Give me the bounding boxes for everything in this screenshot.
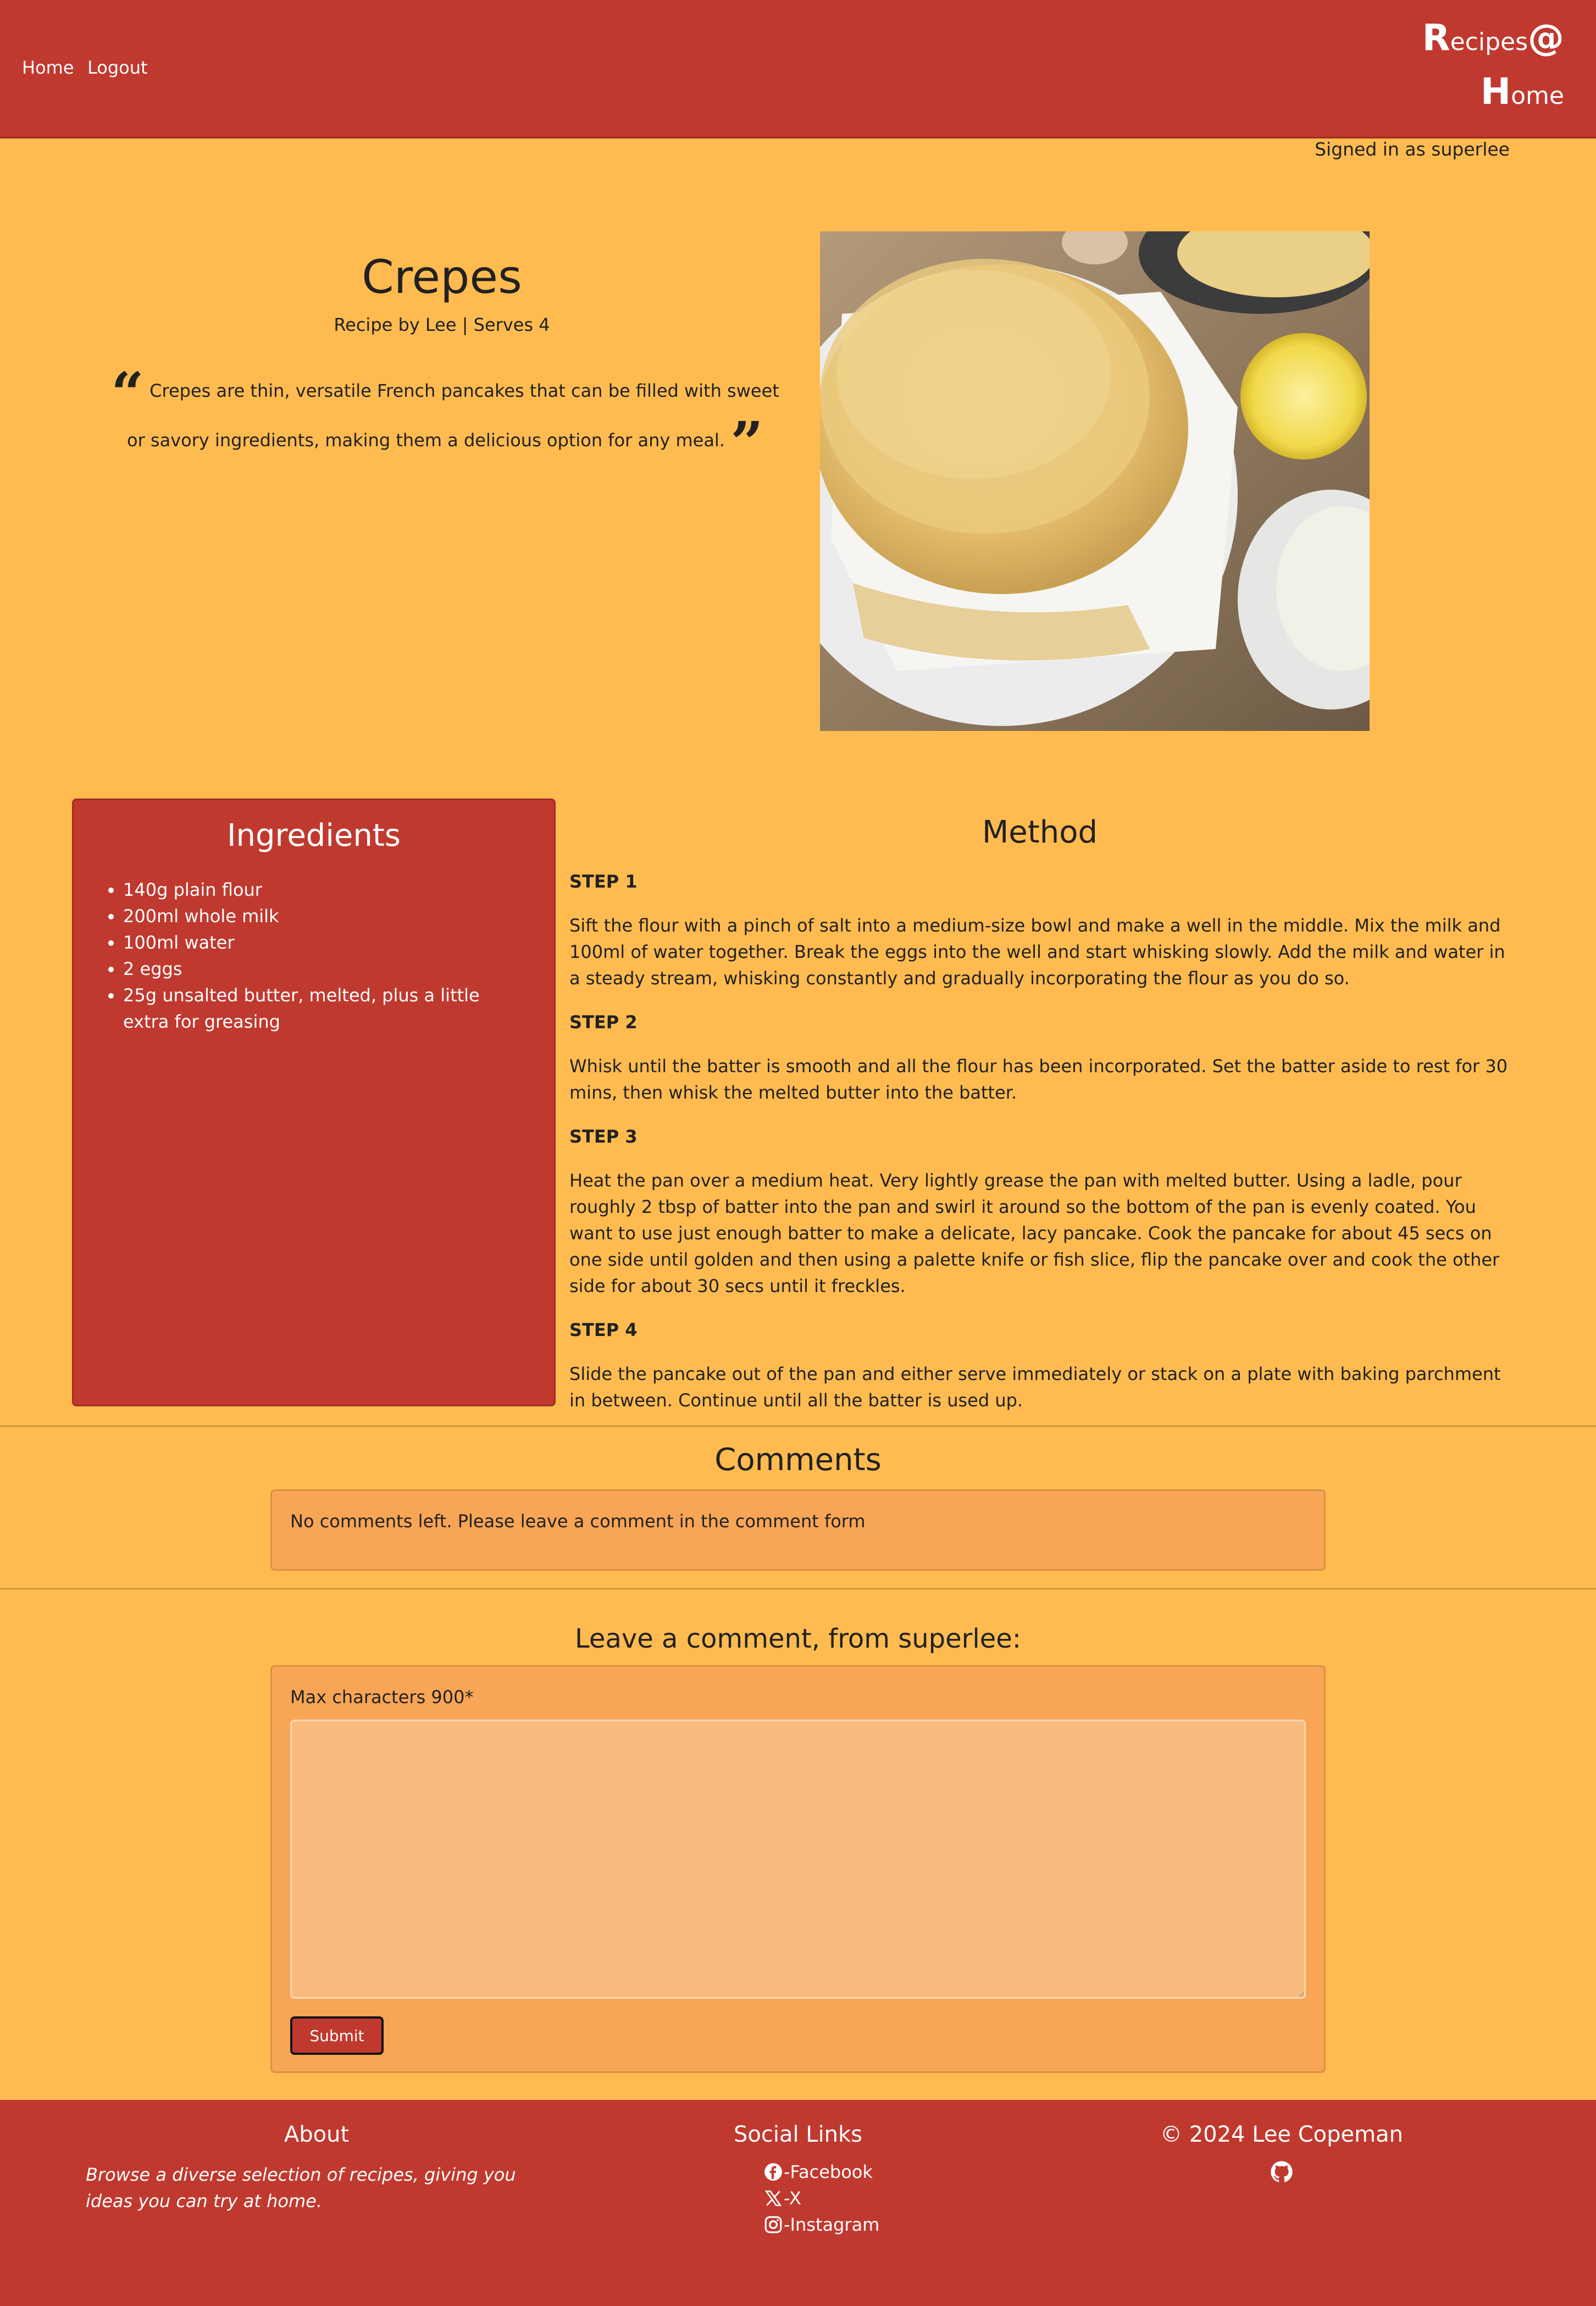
- instagram-link[interactable]: -Instagram: [764, 2214, 879, 2235]
- facebook-link[interactable]: -Facebook: [764, 2161, 873, 2182]
- brand-logo-home[interactable]: Home: [1481, 70, 1564, 113]
- quote-open-icon: “: [111, 359, 144, 427]
- github-link[interactable]: [1270, 2160, 1293, 2186]
- quote-close-icon: ”: [730, 409, 763, 476]
- comment-textarea[interactable]: [290, 1720, 1306, 1999]
- step-heading: STEP 1: [569, 871, 638, 892]
- comments-title: Comments: [714, 1442, 882, 1478]
- x-icon: [764, 2190, 782, 2207]
- nav-logout-link[interactable]: Logout: [87, 57, 148, 78]
- nav-home-link[interactable]: Home: [22, 57, 74, 78]
- ingredients-list: 140g plain flour 200ml whole milk 100ml …: [74, 877, 554, 1035]
- footer-copyright: © 2024 Lee Copeman: [1160, 2122, 1403, 2147]
- brand-ecipes: ecipes: [1450, 28, 1528, 56]
- brand-ome: ome: [1511, 82, 1564, 110]
- footer-social-title: Social Links: [733, 2122, 863, 2147]
- x-label: -X: [784, 2188, 801, 2209]
- step-heading: STEP 3: [569, 1126, 638, 1147]
- ingredient-item: 140g plain flour: [123, 877, 554, 903]
- step-heading: STEP 4: [569, 1320, 638, 1340]
- method-title: Method: [982, 814, 1098, 850]
- step-text: Sift the flour with a pinch of salt into…: [569, 915, 1505, 989]
- recipe-title: Crepes: [362, 250, 522, 304]
- brand-logo[interactable]: Recipes@: [1422, 16, 1564, 59]
- comment-field-label: Max characters 900*: [290, 1687, 474, 1708]
- facebook-icon: [764, 2163, 782, 2181]
- comment-form: Max characters 900* Submit: [270, 1665, 1326, 2073]
- github-icon: [1271, 2161, 1293, 2182]
- instagram-icon: [764, 2216, 782, 2233]
- step-text: Whisk until the batter is smooth and all…: [569, 1056, 1508, 1103]
- signed-in-status: Signed in as superlee: [1315, 138, 1510, 160]
- comment-form-title: Leave a comment, from superlee:: [575, 1623, 1021, 1654]
- submit-button[interactable]: Submit: [290, 2016, 384, 2055]
- brand-at: @: [1528, 16, 1564, 59]
- instagram-label: -Instagram: [784, 2214, 880, 2235]
- brand-r: R: [1422, 16, 1450, 59]
- section-divider: [0, 1588, 1596, 1589]
- x-link[interactable]: -X: [764, 2188, 801, 2209]
- brand-h: H: [1480, 70, 1511, 113]
- footer-about-title: About: [284, 2122, 350, 2147]
- recipe-image: [820, 231, 1370, 731]
- method-steps: STEP 1 Sift the flour with a pinch of sa…: [569, 868, 1510, 1431]
- recipe-description: “ Crepes are thin, versatile French panc…: [104, 365, 786, 472]
- step-text: Slide the pancake out of the pan and eit…: [569, 1363, 1501, 1411]
- step-heading: STEP 2: [569, 1012, 638, 1033]
- ingredient-item: 100ml water: [123, 929, 554, 956]
- ingredients-card: Ingredients 140g plain flour 200ml whole…: [72, 799, 556, 1406]
- footer-about-text: Browse a diverse selection of recipes, g…: [86, 2164, 516, 2211]
- recipe-meta: Recipe by Lee | Serves 4: [334, 314, 550, 335]
- section-divider: [0, 1426, 1596, 1427]
- comments-card: No comments left. Please leave a comment…: [270, 1489, 1326, 1571]
- ingredient-item: 200ml whole milk: [123, 903, 554, 929]
- comments-empty-message: No comments left. Please leave a comment…: [290, 1511, 866, 1532]
- navbar: Home Logout Recipes@ Home: [0, 0, 1596, 138]
- ingredient-item: 2 eggs: [123, 956, 554, 982]
- crepes-photo: [820, 231, 1370, 731]
- recipe-description-text: Crepes are thin, versatile French pancak…: [127, 380, 779, 451]
- step-text: Heat the pan over a medium heat. Very li…: [569, 1170, 1500, 1296]
- ingredients-title: Ingredients: [227, 818, 401, 853]
- footer: About Browse a diverse selection of reci…: [0, 2100, 1596, 2306]
- ingredient-item: 25g unsalted butter, melted, plus a litt…: [123, 982, 554, 1035]
- facebook-label: -Facebook: [784, 2161, 873, 2182]
